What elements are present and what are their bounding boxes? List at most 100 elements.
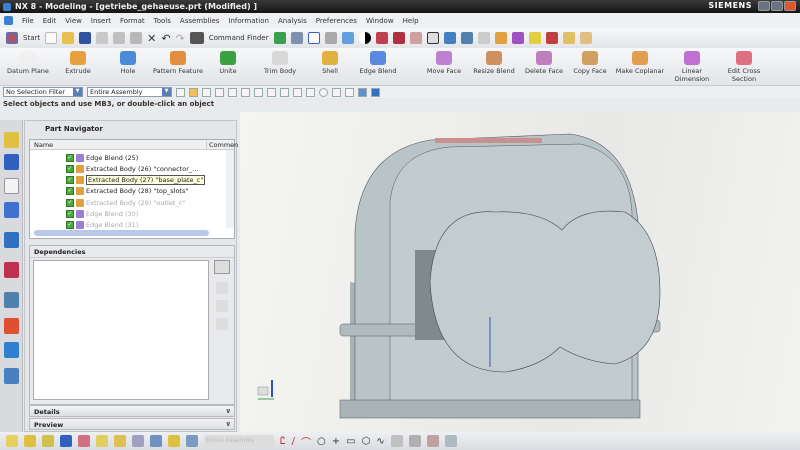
details-section[interactable]: Details ∨	[29, 405, 235, 417]
redo-icon[interactable]: ↷	[176, 32, 185, 45]
undo-icon[interactable]: ↶	[161, 32, 170, 45]
profile-icon[interactable]: Ꮭ	[280, 436, 286, 447]
app-menu-icon[interactable]	[4, 16, 13, 25]
menu-insert[interactable]: Insert	[91, 17, 111, 25]
cut-icon[interactable]	[96, 32, 109, 44]
assembly-navigator-tab[interactable]	[4, 132, 19, 148]
lasso-icon[interactable]	[215, 87, 224, 97]
ribbon-copy-face-button[interactable]: Copy Face	[564, 51, 616, 75]
menu-assemblies[interactable]: Assemblies	[180, 17, 220, 25]
on-face-icon[interactable]	[358, 87, 367, 97]
hd3d-tab[interactable]	[4, 232, 19, 248]
shading-icon[interactable]	[358, 32, 371, 44]
bottom-scope-field[interactable]: Entire Assembly	[204, 435, 274, 447]
visibility-checkbox[interactable]: ✓	[66, 221, 74, 230]
circle-icon[interactable]: ○	[317, 436, 326, 447]
part-navigator-tab[interactable]	[4, 178, 19, 194]
menu-preferences[interactable]: Preferences	[316, 17, 357, 25]
rectangle-icon[interactable]: ▭	[346, 436, 355, 447]
tangent-icon[interactable]	[280, 87, 289, 97]
ribbon-pattern-feature-button[interactable]: Pattern Feature	[152, 51, 204, 75]
point-snap-icon[interactable]	[332, 87, 341, 97]
line-snap-icon[interactable]	[267, 87, 276, 97]
save-icon[interactable]	[79, 32, 92, 44]
ribbon-make-coplanar-button[interactable]: Make Coplanar	[614, 51, 666, 75]
info-icon[interactable]	[290, 32, 303, 44]
visibility-checkbox[interactable]: ✓	[66, 210, 74, 218]
assembly-constraints-icon[interactable]	[60, 435, 72, 447]
point-icon[interactable]	[528, 32, 541, 44]
selection-filter-dropdown[interactable]: No Selection Filter ▼	[3, 87, 83, 97]
visibility-checkbox[interactable]: ✓	[66, 198, 74, 207]
section-icon[interactable]	[375, 32, 388, 44]
rectangle-select-icon[interactable]	[228, 87, 237, 97]
extend-icon[interactable]	[408, 435, 421, 447]
ribbon-delete-face-button[interactable]: Delete Face	[518, 51, 570, 75]
ribbon-linear-dimension-button[interactable]: Linear Dimension	[666, 51, 718, 83]
visibility-checkbox[interactable]: ✓	[66, 176, 74, 185]
paste-icon[interactable]	[130, 32, 143, 44]
ribbon-edge-blend-button[interactable]: Edge Blend	[352, 51, 404, 75]
line-icon[interactable]: /	[292, 436, 295, 447]
layer-settings-icon[interactable]	[460, 32, 473, 44]
wcs-icon[interactable]	[477, 32, 490, 44]
horizontal-scrollbar[interactable]	[34, 230, 209, 236]
ribbon-extrude-button[interactable]: Extrude	[52, 51, 104, 75]
fillet-icon[interactable]	[426, 435, 439, 447]
next-icon[interactable]	[216, 300, 228, 312]
wave-icon[interactable]	[114, 435, 126, 447]
maximize-button[interactable]	[771, 1, 783, 11]
menu-edit[interactable]: Edit	[43, 17, 57, 25]
delete-icon[interactable]: ✕	[147, 32, 156, 45]
ribbon-hole-button[interactable]: Hole	[102, 51, 154, 75]
point-icon[interactable]: +	[332, 436, 340, 447]
snap-icon[interactable]	[511, 32, 524, 44]
ribbon-move-face-button[interactable]: Move Face	[418, 51, 470, 75]
mid-point-icon[interactable]	[254, 87, 263, 97]
menu-view[interactable]: View	[65, 17, 82, 25]
arc-icon[interactable]: ⌒	[301, 434, 311, 449]
visibility-checkbox[interactable]: ✓	[66, 187, 74, 196]
on-curve-icon[interactable]	[345, 87, 354, 97]
exploded-view-icon[interactable]	[150, 435, 162, 447]
intersection-icon[interactable]	[306, 87, 315, 97]
view-orient-icon[interactable]	[324, 32, 337, 44]
vector-icon[interactable]	[545, 32, 558, 44]
background-icon[interactable]	[426, 32, 439, 44]
clip-icon[interactable]	[392, 32, 405, 44]
copy-icon[interactable]	[113, 32, 126, 44]
process-studio-tab[interactable]	[4, 342, 19, 358]
close-button[interactable]	[784, 1, 796, 11]
measure-icon[interactable]	[562, 32, 575, 44]
move-component-icon[interactable]	[42, 435, 54, 447]
sequence-icon[interactable]	[168, 435, 180, 447]
sketch-task-icon[interactable]	[6, 435, 18, 447]
command-finder-button[interactable]: Command Finder	[209, 34, 269, 42]
layer-icon[interactable]	[443, 32, 456, 44]
menu-help[interactable]: Help	[403, 17, 419, 25]
analysis-icon[interactable]	[494, 32, 507, 44]
menu-information[interactable]: Information	[228, 17, 269, 25]
assembly-icon[interactable]	[273, 32, 286, 44]
roles-tab[interactable]	[4, 368, 19, 384]
column-comment[interactable]: Commen	[206, 141, 238, 149]
link-icon[interactable]	[132, 435, 144, 447]
render-style-icon[interactable]	[341, 32, 354, 44]
new-file-icon[interactable]	[45, 32, 58, 44]
ribbon-shell-button[interactable]: Shell	[304, 51, 356, 75]
component-array-icon[interactable]	[96, 435, 108, 447]
menu-format[interactable]: Format	[120, 17, 145, 25]
spline-icon[interactable]: ∿	[376, 436, 384, 447]
sketch-icon[interactable]	[579, 32, 592, 44]
menu-tools[interactable]: Tools	[154, 17, 171, 25]
reuse-library-tab[interactable]	[4, 202, 19, 218]
vertical-scrollbar[interactable]	[226, 150, 234, 228]
menu-window[interactable]: Window	[366, 17, 394, 25]
web-browser-tab[interactable]	[4, 262, 19, 278]
add-component-icon[interactable]	[24, 435, 36, 447]
graphics-viewport[interactable]	[240, 112, 800, 432]
tree-node[interactable]: ✓ Edge Blend (30)	[66, 209, 138, 220]
start-button[interactable]: Start	[23, 34, 40, 42]
history-tab[interactable]	[4, 292, 19, 308]
magnifier-icon[interactable]	[214, 260, 230, 274]
